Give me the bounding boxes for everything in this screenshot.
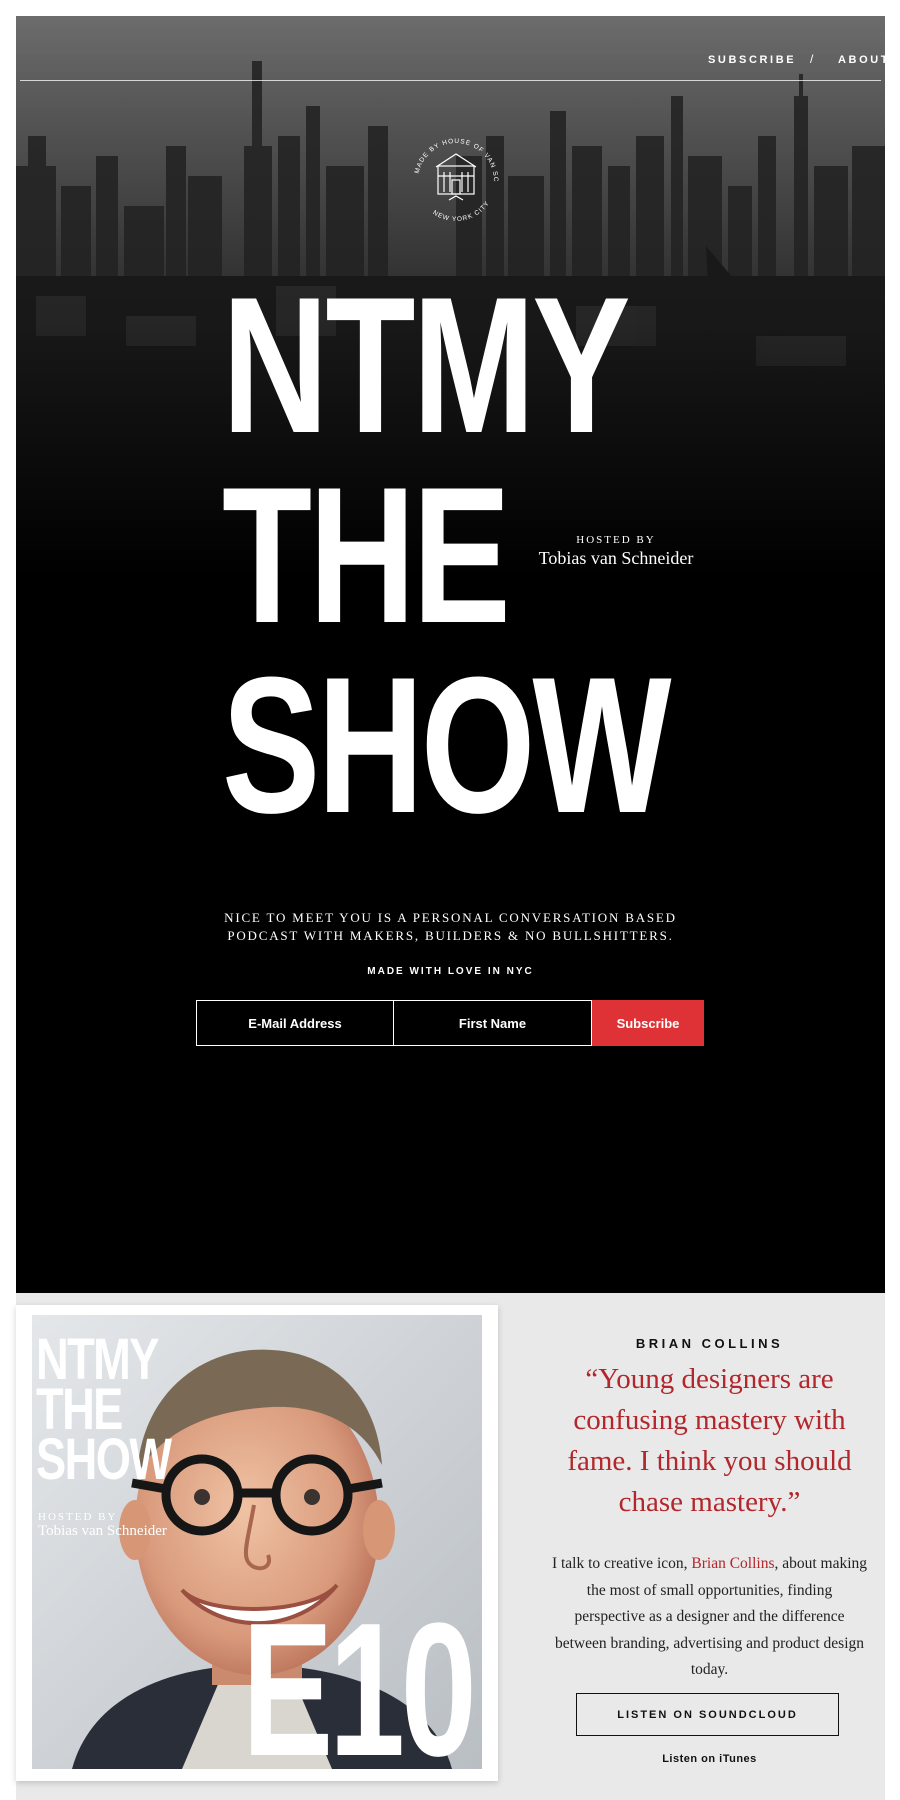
description-line-3: perspective as a designer and the differ… [574,1608,845,1625]
top-navigation: SUBSCRIBE / ABOUT [20,16,885,81]
podcast-tagline: NICE TO MEET YOU IS A PERSONAL CONVERSAT… [166,909,735,945]
description-text-end: , about making [774,1555,868,1572]
quote-line-3: fame. I think you should [567,1445,852,1477]
hosted-by-label: HOSTED BY [576,534,656,546]
guest-name: BRIAN COLLINS [635,1336,784,1351]
listen-on-itunes-link[interactable]: Listen on iTunes [534,1753,885,1765]
hosted-by: HOSTED BY Tobias van Schneider [511,534,721,569]
guest-name-link[interactable]: Brian Collins [691,1555,774,1572]
newsletter-signup-form: Subscribe [196,1000,704,1046]
episode-cover-card[interactable]: NTMY THE SHOW HOSTED BY Tobias van Schne… [16,1305,498,1796]
episode-number: E10 [242,1584,477,1796]
quote-line-2: confusing mastery with [573,1404,846,1436]
nav-subscribe-link[interactable]: SUBSCRIBE [708,54,796,66]
listen-on-soundcloud-button[interactable]: LISTEN ON SOUNDCLOUD [576,1693,839,1736]
host-name: Tobias van Schneider [538,548,694,568]
description-line-1: I talk to creative icon, Brian Collins, … [534,1551,885,1578]
show-title-line-1: NTMY [222,257,631,474]
quote-line-4: chase mastery.” [618,1486,801,1518]
hero-section: SUBSCRIBE / ABOUT MADE BY HOUSE OF VAN S… [16,16,885,1293]
cover-hosted-by-label: HOSTED BY [38,1511,118,1523]
svg-text:NEW YORK CITY: NEW YORK CITY [431,200,491,223]
cover-hosted-by: HOSTED BY Tobias van Schneider [38,1511,167,1540]
guest-quote: “Young designers are confusing mastery w… [534,1359,885,1523]
cover-host-name: Tobias van Schneider [38,1523,167,1539]
description-line-2: the most of small opportunities, finding [586,1581,833,1599]
cover-title-line-3: SHOW [36,1427,172,1492]
house-of-van-schneider-seal-icon: MADE BY HOUSE OF VAN SCHNEIDER NEW YORK … [402,125,507,232]
cover-show-title: NTMY THE SHOW [36,1331,172,1492]
quote-line-1: “Young designers are [585,1363,834,1395]
description-text-start: I talk to creative icon, [551,1555,692,1572]
subscribe-button[interactable]: Subscribe [592,1000,704,1046]
tagline-line-1: NICE TO MEET YOU IS A PERSONAL CONVERSAT… [224,910,677,925]
description-line-4: between branding, advertising and produc… [554,1634,865,1652]
email-field[interactable] [196,1000,394,1046]
first-name-field[interactable] [394,1000,592,1046]
episode-description: I talk to creative icon, Brian Collins, … [534,1551,885,1684]
tagline-line-2: PODCAST WITH MAKERS, BUILDERS & NO BULLS… [227,928,674,943]
made-with-love-label: MADE WITH LOVE IN NYC [367,966,534,977]
episode-section: NTMY THE SHOW HOSTED BY Tobias van Schne… [16,1293,885,1800]
nav-about-link[interactable]: ABOUT [838,54,885,66]
show-title-line-3: SHOW [222,637,672,854]
description-line-5: today. [690,1661,729,1678]
nav-separator: / [810,52,814,66]
